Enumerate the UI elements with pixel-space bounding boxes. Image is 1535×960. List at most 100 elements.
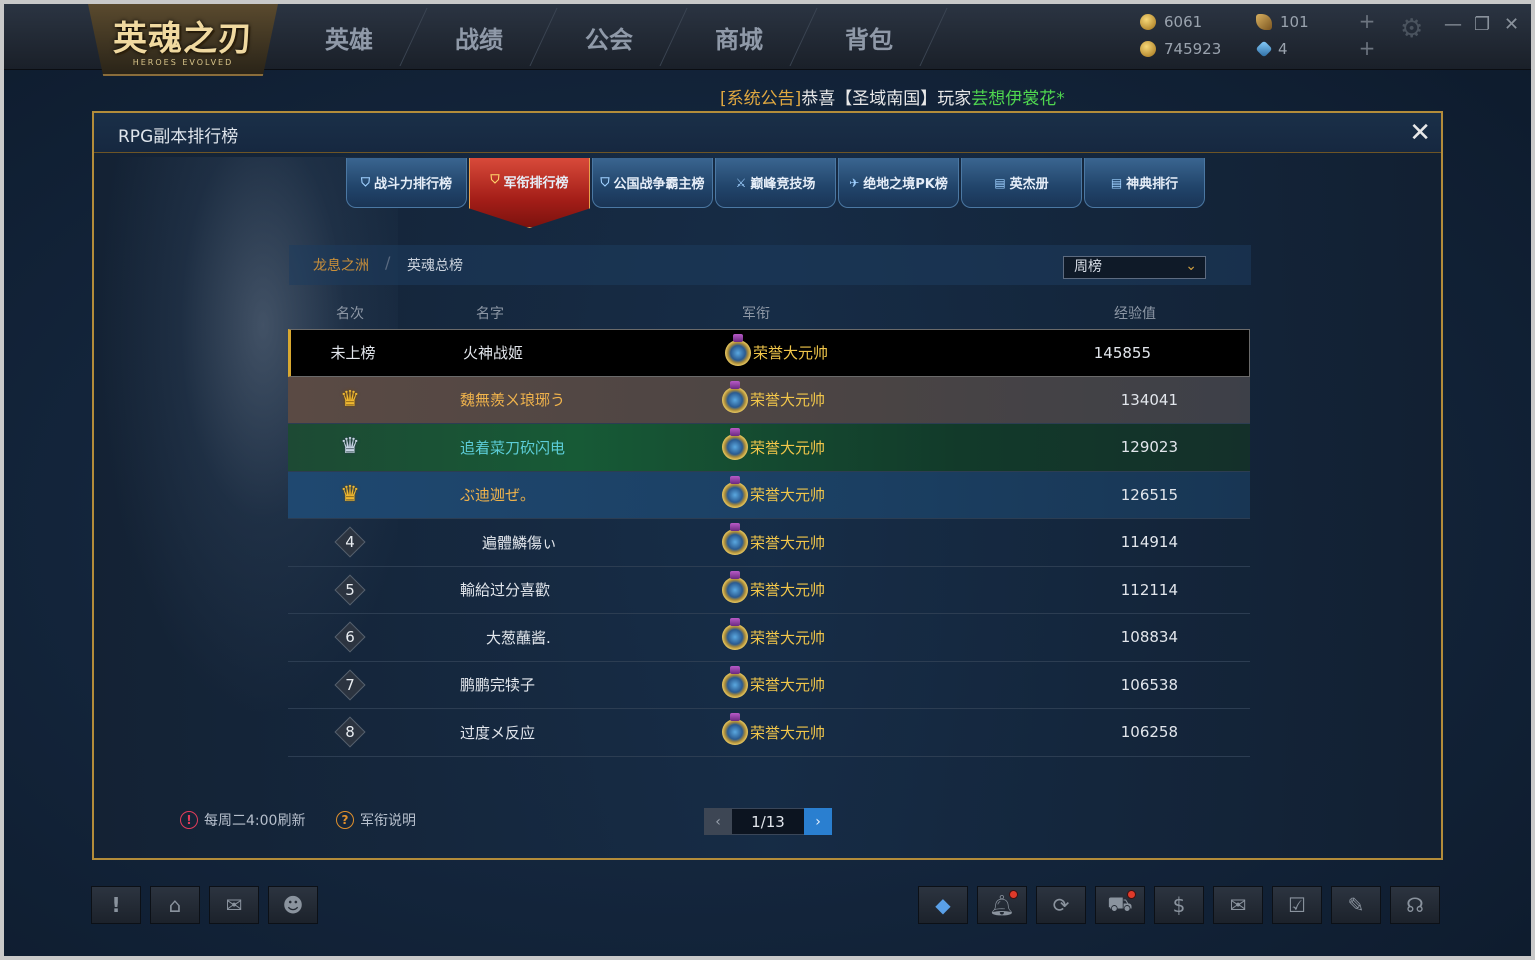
period-select-value: 周榜 <box>1074 259 1102 275</box>
tab-military-rank[interactable]: ⛉ 军衔排行榜 <box>469 158 590 228</box>
ranking-table: 未上榜 火神战姬 荣誉大元帅 145855 ♛ 魏無羨ㄨ琅琊う 荣誉大元帅 13… <box>288 329 1250 757</box>
gold-coin-icon <box>1140 14 1156 30</box>
medal-icon <box>722 570 748 603</box>
tab-guild-war[interactable]: ⛉ 公国战争霸主榜 <box>592 158 713 208</box>
tab-peak-arena[interactable]: ⚔ 巅峰竞技场 <box>715 158 836 208</box>
table-row[interactable]: 7 鹏鹏完犊子 荣誉大元帅 106538 <box>288 662 1250 709</box>
task-button[interactable]: ☑ <box>1272 886 1322 924</box>
refresh-note: ! 每周二4:00刷新 <box>180 810 305 830</box>
nav-shop[interactable]: 商城 <box>674 4 804 70</box>
friends-button[interactable]: ☻ <box>268 886 318 924</box>
chat-icon: ✉ <box>225 893 243 917</box>
checklist-icon: ☑ <box>1288 893 1306 917</box>
my-rank-row[interactable]: 未上榜 火神战姬 荣誉大元帅 145855 <box>288 329 1250 377</box>
medal-icon <box>722 665 748 698</box>
player-name: 輸給过分喜歡 <box>460 581 551 600</box>
tab-combat-power[interactable]: ⛉ 战斗力排行榜 <box>346 158 467 208</box>
exp-value: 114914 <box>1120 533 1178 552</box>
player-name: 过度メ反应 <box>460 723 536 742</box>
game-logo[interactable]: 英魂之刃 HEROES EVOLVED <box>88 4 278 76</box>
add-gem-button[interactable]: + <box>1358 36 1376 60</box>
crossed-swords-icon: ⚔ <box>735 175 747 190</box>
title-cell: 荣誉大元帅 <box>725 330 828 376</box>
player-name: 鹏鹏完犊子 <box>460 676 536 695</box>
tab-label: 英杰册 <box>1009 177 1049 192</box>
close-dialog-button[interactable]: ✕ <box>1409 118 1431 148</box>
rank-cell: 7 <box>288 662 412 709</box>
mail-button[interactable]: ✉ <box>1213 886 1263 924</box>
tab-hero-book[interactable]: ▤ 英杰册 <box>961 158 1082 208</box>
chat-button[interactable]: ✉ <box>209 886 259 924</box>
notification-button[interactable]: 🔔︎ <box>977 886 1027 924</box>
close-window-icon[interactable]: ✕ <box>1504 14 1519 35</box>
question-icon: ? <box>336 811 354 829</box>
medal-icon <box>725 333 751 366</box>
prev-page-button[interactable]: ‹ <box>704 808 732 835</box>
diamond-icon: ◆ <box>935 893 951 917</box>
customer-service-button[interactable]: ☊ <box>1390 886 1440 924</box>
breadcrumb-region[interactable]: 龙息之洲 <box>313 255 369 275</box>
player-name: 魏無羨ㄨ琅琊う <box>460 391 566 410</box>
table-row[interactable]: 4 遍體鱗傷ぃ 荣誉大元帅 114914 <box>288 519 1250 567</box>
player-name: 火神战姬 <box>463 344 524 363</box>
table-row[interactable]: 5 輸給过分喜歡 荣誉大元帅 112114 <box>288 567 1250 614</box>
player-name: 大葱蘸酱. <box>486 628 551 647</box>
maximize-icon[interactable]: ❐ <box>1474 14 1490 35</box>
table-row[interactable]: ♛ 追着菜刀砍闪电 荣誉大元帅 129023 <box>288 424 1250 472</box>
nav-heroes[interactable]: 英雄 <box>284 4 414 70</box>
tab-label: 绝地之境PK榜 <box>863 177 948 192</box>
announcement-tag: [系统公告] <box>720 89 802 109</box>
exp-value: 106538 <box>1120 675 1178 694</box>
minimize-icon[interactable]: — <box>1444 14 1462 35</box>
military-title: 荣誉大元帅 <box>750 581 826 600</box>
rank-cell: 8 <box>288 709 412 756</box>
home-button[interactable]: ⌂ <box>150 886 200 924</box>
period-select[interactable]: 周榜 ⌄ <box>1063 256 1206 279</box>
military-title: 荣誉大元帅 <box>750 723 826 742</box>
add-gold-button[interactable]: + <box>1358 9 1376 33</box>
next-page-button[interactable]: › <box>804 808 832 835</box>
edit-icon: ✎ <box>1347 893 1365 917</box>
edit-button[interactable]: ✎ <box>1331 886 1381 924</box>
mail-icon: ✉ <box>1229 893 1247 917</box>
military-title: 荣誉大元帅 <box>750 391 826 410</box>
money-bag-button[interactable]: $ <box>1154 886 1204 924</box>
column-header-name: 名字 <box>476 306 504 322</box>
rank-help-link[interactable]: ? 军衔说明 <box>336 810 416 830</box>
leaf-amount: 101 <box>1280 13 1309 31</box>
alert-icon: ! <box>180 811 198 829</box>
table-row[interactable]: 6 大葱蘸酱. 荣誉大元帅 108834 <box>288 614 1250 662</box>
exp-value: 126515 <box>1120 485 1178 504</box>
leaf-icon <box>1256 14 1272 30</box>
title-cell: 荣誉大元帅 <box>722 472 825 519</box>
settings-gear-icon[interactable]: ⚙ <box>1400 14 1423 44</box>
military-title: 荣誉大元帅 <box>750 533 826 552</box>
player-name: 遍體鱗傷ぃ <box>482 533 558 552</box>
rank-cell: ♛ <box>288 377 412 424</box>
nav-bag[interactable]: 背包 <box>804 4 934 70</box>
table-row[interactable]: ♛ ぶ迪迦ぜ。 荣誉大元帅 126515 <box>288 471 1250 519</box>
tab-label: 神典排行 <box>1126 177 1179 192</box>
gem-shop-button[interactable]: ◆ <box>918 886 968 924</box>
notice-button[interactable]: ! <box>91 886 141 924</box>
tab-codex-ranking[interactable]: ▤ 神典排行 <box>1084 158 1205 208</box>
cart-button[interactable]: ⛟ <box>1095 886 1145 924</box>
tab-label: 战斗力排行榜 <box>374 177 453 192</box>
rank-cell: ♛ <box>288 472 412 519</box>
title-cell: 荣誉大元帅 <box>722 614 825 661</box>
book-icon: ▤ <box>994 175 1006 190</box>
notification-dot <box>1009 890 1018 899</box>
leaf-currency: 101 <box>1256 13 1309 31</box>
nav-record[interactable]: 战绩 <box>414 4 544 70</box>
tab-pk-ranking[interactable]: ✈ 绝地之境PK榜 <box>838 158 959 208</box>
nav-guild[interactable]: 公会 <box>544 4 674 70</box>
column-header-exp: 经验值 <box>1114 306 1156 322</box>
refresh-button[interactable]: ⟳ <box>1036 886 1086 924</box>
gold-currency: 6061 <box>1140 13 1202 31</box>
table-row[interactable]: ♛ 魏無羨ㄨ琅琊う 荣誉大元帅 134041 <box>288 376 1250 424</box>
table-row[interactable]: 8 过度メ反应 荣誉大元帅 106258 <box>288 709 1250 757</box>
column-header-title: 军衔 <box>742 306 770 322</box>
military-title: 荣誉大元帅 <box>750 486 826 505</box>
column-header-rank: 名次 <box>336 306 364 322</box>
military-title: 荣誉大元帅 <box>750 676 826 695</box>
